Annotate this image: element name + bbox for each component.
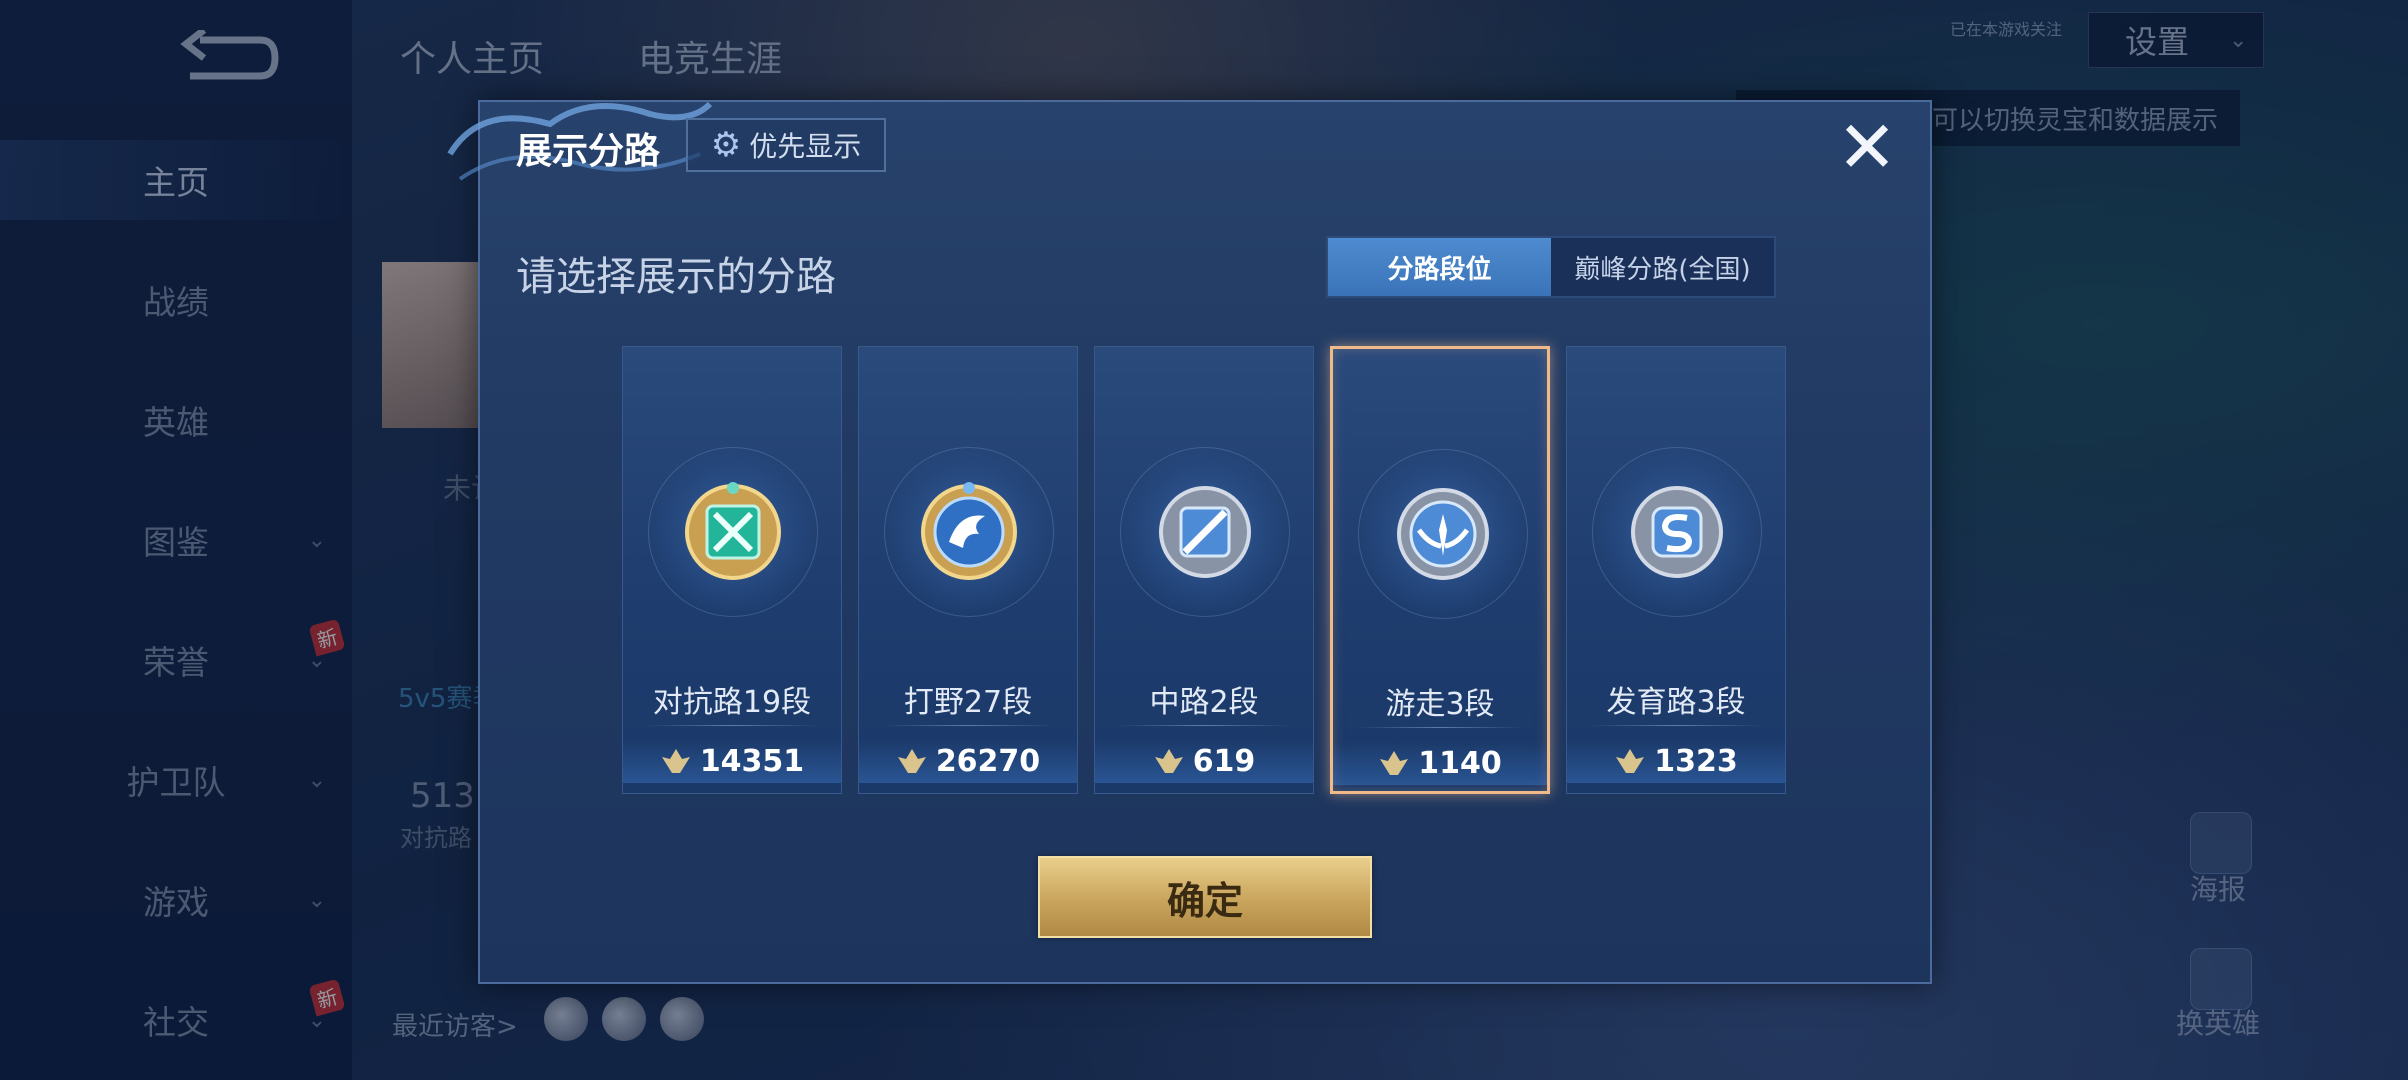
close-button[interactable]: ✕: [1836, 111, 1898, 183]
lane-label: 中路2段: [1149, 685, 1259, 720]
lane-card-roam[interactable]: 游走3段 1140: [1330, 346, 1550, 794]
lane-score: 14351: [623, 739, 841, 783]
lane-label: 发育路3段: [1606, 685, 1746, 720]
lane-score: 26270: [859, 739, 1077, 783]
confirm-label: 确定: [1166, 878, 1243, 923]
divider: [1117, 725, 1291, 726]
lane-card-jungle[interactable]: 打野27段 26270: [858, 346, 1078, 794]
mid-lane-emblem-icon: [1159, 486, 1251, 578]
lane-label: 对抗路19段: [652, 685, 812, 720]
score-icon: [661, 749, 690, 773]
lane-card-mid[interactable]: 中路2段 619: [1094, 346, 1314, 794]
toggle-label: 分路段位: [1387, 254, 1492, 285]
score-value: 1140: [1418, 745, 1502, 781]
score-icon: [1154, 749, 1183, 773]
divider: [1589, 725, 1763, 726]
priority-display-button[interactable]: ⚙ 优先显示: [686, 118, 886, 172]
lane-score: 1323: [1567, 739, 1785, 783]
toggle-lane-rank[interactable]: 分路段位: [1328, 238, 1551, 296]
toggle-peak-lane[interactable]: 巅峰分路(全国): [1551, 238, 1774, 296]
lane-label: 打野27段: [903, 685, 1033, 720]
lane-card-farm[interactable]: 发育路3段 1323: [1566, 346, 1786, 794]
score-icon: [897, 749, 926, 773]
priority-display-label: 优先显示: [749, 130, 862, 163]
lane-display-dialog: 展示分路 ⚙ 优先显示 ✕ 请选择展示的分路 分路段位 巅峰分路(全国) 对抗路…: [447, 100, 1932, 984]
score-value: 619: [1192, 743, 1256, 779]
close-icon: ✕: [1836, 105, 1898, 189]
dialog-subtitle: 请选择展示的分路: [516, 254, 836, 300]
view-toggle: 分路段位 巅峰分路(全国): [1326, 236, 1776, 298]
score-icon: [1616, 749, 1645, 773]
lane-card-clash[interactable]: 对抗路19段 14351: [622, 346, 842, 794]
lane-score: 619: [1095, 739, 1313, 783]
score-value: 1323: [1654, 743, 1738, 779]
farm-lane-emblem-icon: [1631, 486, 1723, 578]
score-value: 14351: [699, 743, 805, 779]
jungle-emblem-icon: [921, 482, 1017, 580]
toggle-label: 巅峰分路(全国): [1574, 254, 1751, 285]
divider: [645, 725, 819, 726]
score-icon: [1380, 751, 1409, 775]
clash-lane-emblem-icon: [685, 482, 781, 580]
score-value: 26270: [935, 743, 1041, 779]
gear-icon: ⚙: [710, 125, 742, 165]
dialog-title: 展示分路: [516, 131, 661, 172]
lane-score: 1140: [1333, 741, 1547, 785]
confirm-button[interactable]: 确定: [1038, 856, 1372, 938]
divider: [881, 725, 1055, 726]
lane-label: 游走3段: [1385, 687, 1495, 722]
divider: [1355, 727, 1525, 728]
roam-emblem-icon: [1397, 488, 1489, 580]
